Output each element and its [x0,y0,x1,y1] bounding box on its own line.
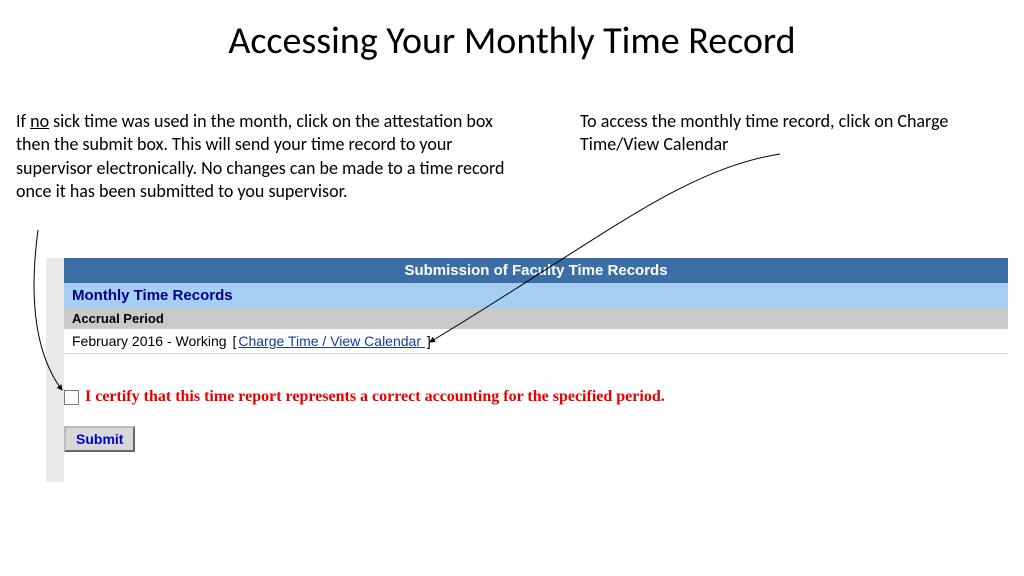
scroll-gutter [46,258,64,482]
attestation-checkbox[interactable] [64,390,79,405]
instr-left-post: sick time was used in the month, click o… [16,110,504,202]
panel-section: Monthly Time Records [64,283,1008,308]
instruction-left-text: If no sick time was used in the month, c… [16,110,506,204]
submit-button[interactable]: Submit [64,426,135,452]
charge-time-link[interactable]: Charge Time / View Calendar [238,333,425,349]
panel-header: Submission of Faculty Time Records [64,258,1008,283]
instruction-right-text: To access the monthly time record, click… [580,110,1000,157]
accrual-period-row: February 2016 - Working [Charge Time / V… [64,329,1008,354]
bracket-close: ] [425,333,433,349]
attestation-row: I certify that this time report represen… [64,388,665,406]
page-title: Accessing Your Monthly Time Record [0,0,1024,64]
time-record-panel: Submission of Faculty Time Records Month… [64,258,1008,354]
panel-subheader: Accrual Period [64,308,1008,329]
instr-left-pre: If [16,110,30,132]
instr-left-underlined: no [30,110,49,132]
period-text: February 2016 - Working [72,333,227,349]
attestation-text: I certify that this time report represen… [85,388,665,406]
